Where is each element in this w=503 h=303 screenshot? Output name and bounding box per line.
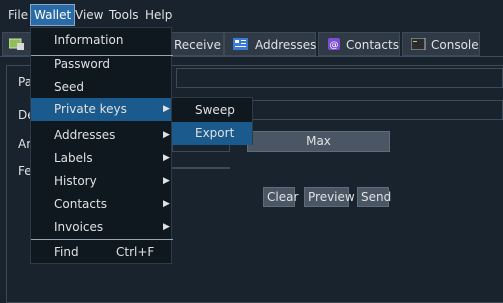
menu-item-label: Addresses (54, 128, 116, 142)
tab-addresses[interactable]: Addresses (224, 32, 316, 56)
menu-item-label: Seed (54, 80, 84, 94)
menu-file[interactable]: File (5, 5, 31, 25)
tab-contacts-label: Contacts (346, 38, 399, 52)
wallet-menu-seed[interactable]: Seed (31, 76, 171, 99)
wallet-menu-find[interactable]: Find Ctrl+F (31, 241, 171, 264)
max-button[interactable]: Max (247, 131, 390, 152)
wallet-menu: Information Password Seed Private keys ▶… (30, 27, 173, 264)
menu-item-label: History (54, 174, 97, 188)
private-keys-submenu: Sweep Export (171, 97, 253, 145)
tab-contacts[interactable]: @ Contacts (318, 32, 400, 56)
menu-item-label: Export (195, 126, 235, 140)
chevron-right-icon: ▶ (163, 222, 170, 232)
submenu-export[interactable]: Export (172, 122, 252, 145)
menu-tools[interactable]: Tools (106, 5, 142, 25)
menu-bar: File Wallet View Tools Help (0, 0, 503, 29)
addresses-icon (233, 38, 248, 50)
tab-addresses-label: Addresses (255, 38, 317, 52)
wallet-menu-history[interactable]: History ▶ (31, 170, 171, 193)
menu-separator (31, 239, 173, 240)
menu-item-label: Sweep (195, 103, 235, 117)
tab-receive[interactable]: Receive (165, 32, 224, 56)
chevron-right-icon: ▶ (163, 199, 170, 209)
wallet-menu-private-keys[interactable]: Private keys ▶ (31, 98, 171, 121)
chevron-right-icon: ▶ (163, 176, 170, 186)
chevron-right-icon: ▶ (163, 130, 170, 140)
menu-item-label: Private keys (54, 102, 127, 116)
menu-item-label: Invoices (54, 220, 104, 234)
chevron-right-icon: ▶ (163, 153, 170, 163)
menu-item-label: Password (54, 57, 111, 71)
pay-to-input[interactable] (176, 68, 503, 88)
menu-item-label: Information (54, 33, 124, 47)
console-icon (411, 38, 426, 50)
fee-slider[interactable] (172, 167, 230, 169)
menu-item-label: Labels (54, 151, 93, 165)
submenu-sweep[interactable]: Sweep (172, 99, 252, 122)
tab-console-label: Console (431, 38, 479, 52)
clear-button[interactable]: Clear (263, 187, 298, 207)
chevron-right-icon: ▶ (163, 104, 170, 114)
send-button[interactable]: Send (357, 187, 391, 207)
preview-button[interactable]: Preview (304, 187, 355, 207)
menu-item-label: Contacts (54, 197, 107, 211)
menu-item-shortcut: Ctrl+F (116, 245, 155, 259)
wallet-menu-contacts[interactable]: Contacts ▶ (31, 193, 171, 216)
menu-item-label: Find (54, 245, 79, 259)
send-icon (9, 38, 24, 50)
tab-send[interactable] (2, 32, 32, 56)
wallet-menu-labels[interactable]: Labels ▶ (31, 147, 171, 170)
tab-receive-label: Receive (174, 38, 221, 52)
menu-help[interactable]: Help (142, 5, 175, 25)
svg-text:@: @ (330, 41, 339, 51)
menu-wallet[interactable]: Wallet (30, 4, 76, 26)
menu-view[interactable]: View (72, 5, 106, 25)
wallet-menu-addresses[interactable]: Addresses ▶ (31, 124, 171, 147)
wallet-menu-information[interactable]: Information (31, 29, 171, 52)
wallet-menu-invoices[interactable]: Invoices ▶ (31, 216, 171, 239)
tab-console[interactable]: Console (402, 32, 480, 56)
wallet-menu-password[interactable]: Password (31, 53, 171, 76)
contacts-icon: @ (328, 38, 340, 51)
